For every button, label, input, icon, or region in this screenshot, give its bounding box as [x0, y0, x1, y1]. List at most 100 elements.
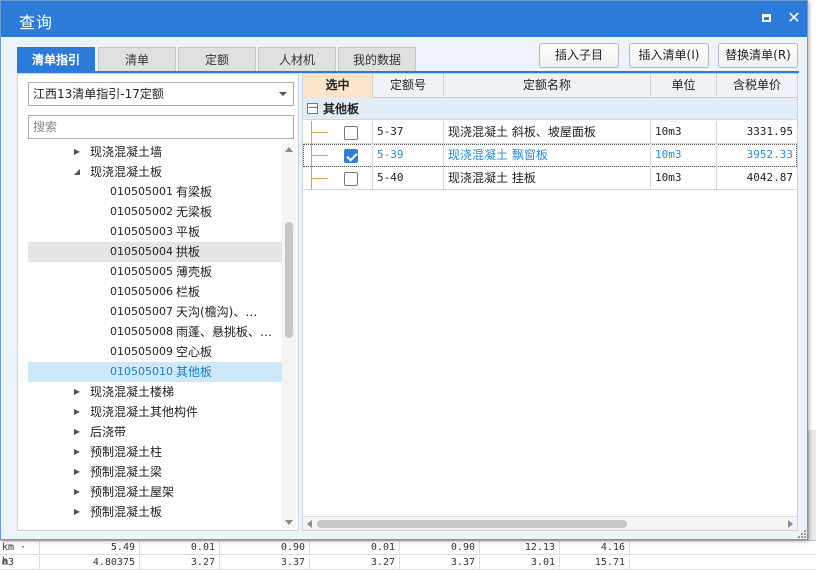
- collapsed-arrow-icon[interactable]: ▶: [72, 402, 82, 422]
- resize-grip-icon[interactable]: [797, 529, 807, 539]
- tree-leaf-code: 010505009: [110, 345, 173, 358]
- column-header-unit[interactable]: 单位: [651, 74, 717, 98]
- collapsed-arrow-icon[interactable]: ▶: [72, 142, 82, 162]
- tree-node[interactable]: ▶ 预制混凝土柱: [28, 442, 282, 462]
- tree-node-label: 预制混凝土梁: [90, 465, 163, 479]
- tab-list-guide[interactable]: 清单指引: [17, 47, 95, 71]
- scroll-thumb[interactable]: [285, 222, 293, 338]
- guide-tree-panel: 江西13清单指引-17定额 ▶ 现浇混凝土墙 ◢ 现浇混凝土板 010505001有梁板…: [17, 73, 299, 531]
- checkbox[interactable]: [344, 126, 358, 140]
- dataset-select[interactable]: 江西13清单指引-17定额: [28, 82, 294, 106]
- tree-leaf[interactable]: 010505003 平板: [28, 222, 282, 242]
- table-row[interactable]: 5-37 现浇混凝土 斜板、坡屋面板 10m3 3331.95: [303, 121, 797, 144]
- tree-node[interactable]: ▶ 预制混凝土屋架: [28, 482, 282, 502]
- name-cell: 现浇混凝土 挂板: [444, 167, 651, 190]
- tab-materials[interactable]: 人材机: [258, 47, 336, 71]
- column-header-select[interactable]: 选中: [303, 74, 373, 98]
- tree-node[interactable]: ▶ 预制混凝土梁: [28, 462, 282, 482]
- tab-list[interactable]: 清单: [98, 47, 176, 71]
- tree-leaf[interactable]: 010505007 天沟(檐沟)、…: [28, 302, 282, 322]
- collapsed-arrow-icon[interactable]: ▶: [72, 502, 82, 522]
- tree-node-label: 预制混凝土板: [90, 505, 163, 519]
- tree-leaf[interactable]: 010505002 无梁板: [28, 202, 282, 222]
- horizontal-scrollbar[interactable]: [303, 516, 797, 530]
- collapsed-arrow-icon[interactable]: ▶: [72, 422, 82, 442]
- tree-leaf[interactable]: 010505005 薄壳板: [28, 262, 282, 282]
- price-cell: 3331.95: [746, 125, 793, 138]
- tree-leaf-name: 栏板: [176, 285, 201, 299]
- unit-cell: 10m3: [651, 121, 717, 144]
- tab-quota[interactable]: 定额: [178, 47, 256, 71]
- table-row[interactable]: 5-40 现浇混凝土 挂板 10m3 4042.87: [303, 167, 797, 190]
- checkbox-checked[interactable]: [344, 149, 358, 163]
- tree-node[interactable]: ▶ 现浇混凝土墙: [28, 142, 282, 162]
- close-icon[interactable]: ✕: [787, 10, 801, 26]
- search-input[interactable]: [28, 115, 294, 139]
- name-cell: 现浇混凝土 飘窗板: [444, 144, 651, 167]
- tree-leaf-name: 雨蓬、悬挑板、…: [176, 325, 273, 339]
- column-header-code[interactable]: 定额号: [373, 74, 444, 98]
- collapsed-arrow-icon[interactable]: ▶: [72, 462, 82, 482]
- scroll-thumb[interactable]: [317, 520, 627, 528]
- scroll-up-icon[interactable]: [285, 147, 293, 152]
- column-header-name[interactable]: 定额名称: [444, 74, 651, 98]
- tree-leaf-name: 其他板: [176, 365, 213, 379]
- tree-leaf[interactable]: 010505009 空心板: [28, 342, 282, 362]
- code-cell: 5-40: [373, 167, 444, 190]
- scroll-left-icon[interactable]: [307, 520, 312, 528]
- vertical-scrollbar[interactable]: [282, 144, 296, 528]
- tree-node[interactable]: ▶ 现浇混凝土其他构件: [28, 402, 282, 422]
- table-row[interactable]: 5-39 现浇混凝土 飘窗板 10m3 3952.33: [303, 144, 797, 167]
- dataset-value: 江西13清单指引-17定额: [33, 87, 164, 101]
- collapse-icon[interactable]: —: [307, 103, 318, 114]
- collapsed-arrow-icon[interactable]: ▶: [72, 522, 82, 524]
- background-table-row: km · h 5.49 0.01 0.90 0.01 0.90 12.13 4.…: [0, 541, 816, 567]
- quota-table-panel: 选中 定额号 定额名称 单位 含税单价 — 其他板 5-37 现浇混凝土 斜板、坡…: [302, 73, 798, 531]
- chevron-down-icon[interactable]: [279, 92, 287, 96]
- select-cell: [303, 121, 373, 144]
- expanded-arrow-icon[interactable]: ◢: [72, 162, 82, 182]
- tree-node[interactable]: ◢ 现浇混凝土板: [28, 162, 282, 182]
- replace-list-button[interactable]: 替换清单(R): [718, 43, 798, 68]
- tree-leaf-code: 010505008: [110, 325, 173, 338]
- group-label: 其他板: [323, 102, 360, 116]
- insert-list-button[interactable]: 插入清单(I): [629, 43, 709, 68]
- tree-leaf-name: 拱板: [176, 245, 201, 259]
- scroll-down-icon[interactable]: [285, 520, 293, 525]
- background-cell: 12.13: [480, 541, 560, 555]
- background-cell: 5.49: [40, 541, 140, 555]
- tree-leaf-code: 010505001: [110, 185, 173, 198]
- tree-leaf[interactable]: 010505010 其他板: [28, 362, 282, 382]
- scroll-right-icon[interactable]: [788, 520, 793, 528]
- tree-node[interactable]: ▶ 预制混凝土楼梯: [28, 522, 282, 524]
- title-bar[interactable]: 查询 ✕: [1, 1, 807, 37]
- background-cell: 0.90: [220, 541, 310, 555]
- group-row[interactable]: — 其他板: [303, 98, 797, 120]
- tree-leaf-code: 010505010: [110, 365, 173, 378]
- tree-connector: [311, 144, 329, 167]
- collapsed-arrow-icon[interactable]: ▶: [72, 382, 82, 402]
- column-header-price[interactable]: 含税单价: [717, 74, 797, 98]
- tree-node[interactable]: ▶ 后浇带: [28, 422, 282, 442]
- tree-connector: [311, 167, 329, 190]
- background-cell: 0.01: [310, 541, 400, 555]
- tree-leaf-code: 010505004: [110, 245, 173, 258]
- tree-node[interactable]: ▶ 现浇混凝土楼梯: [28, 382, 282, 402]
- tree-node[interactable]: ▶ 预制混凝土板: [28, 502, 282, 522]
- tree-leaf-code: 010505003: [110, 225, 173, 238]
- tab-my-data[interactable]: 我的数据: [338, 47, 416, 71]
- tree-leaf[interactable]: 010505008 雨蓬、悬挑板、…: [28, 322, 282, 342]
- tree-leaf-code: 010505006: [110, 285, 173, 298]
- tree-leaf[interactable]: 010505006 栏板: [28, 282, 282, 302]
- tree-leaf-code: 010505007: [110, 305, 173, 318]
- tree-node-label: 现浇混凝土墙: [90, 145, 163, 159]
- insert-child-button[interactable]: 插入子目: [539, 43, 619, 68]
- collapsed-arrow-icon[interactable]: ▶: [72, 442, 82, 462]
- collapsed-arrow-icon[interactable]: ▶: [72, 482, 82, 502]
- tree-node-label: 预制混凝土楼梯: [90, 522, 174, 524]
- guide-tree: ▶ 现浇混凝土墙 ◢ 现浇混凝土板 010505001 有梁板 010505002 无梁板 01…: [28, 142, 282, 524]
- tree-leaf[interactable]: 010505001 有梁板: [28, 182, 282, 202]
- tree-leaf[interactable]: 010505004 拱板: [28, 242, 282, 262]
- restore-icon[interactable]: [761, 13, 773, 25]
- checkbox[interactable]: [344, 172, 358, 186]
